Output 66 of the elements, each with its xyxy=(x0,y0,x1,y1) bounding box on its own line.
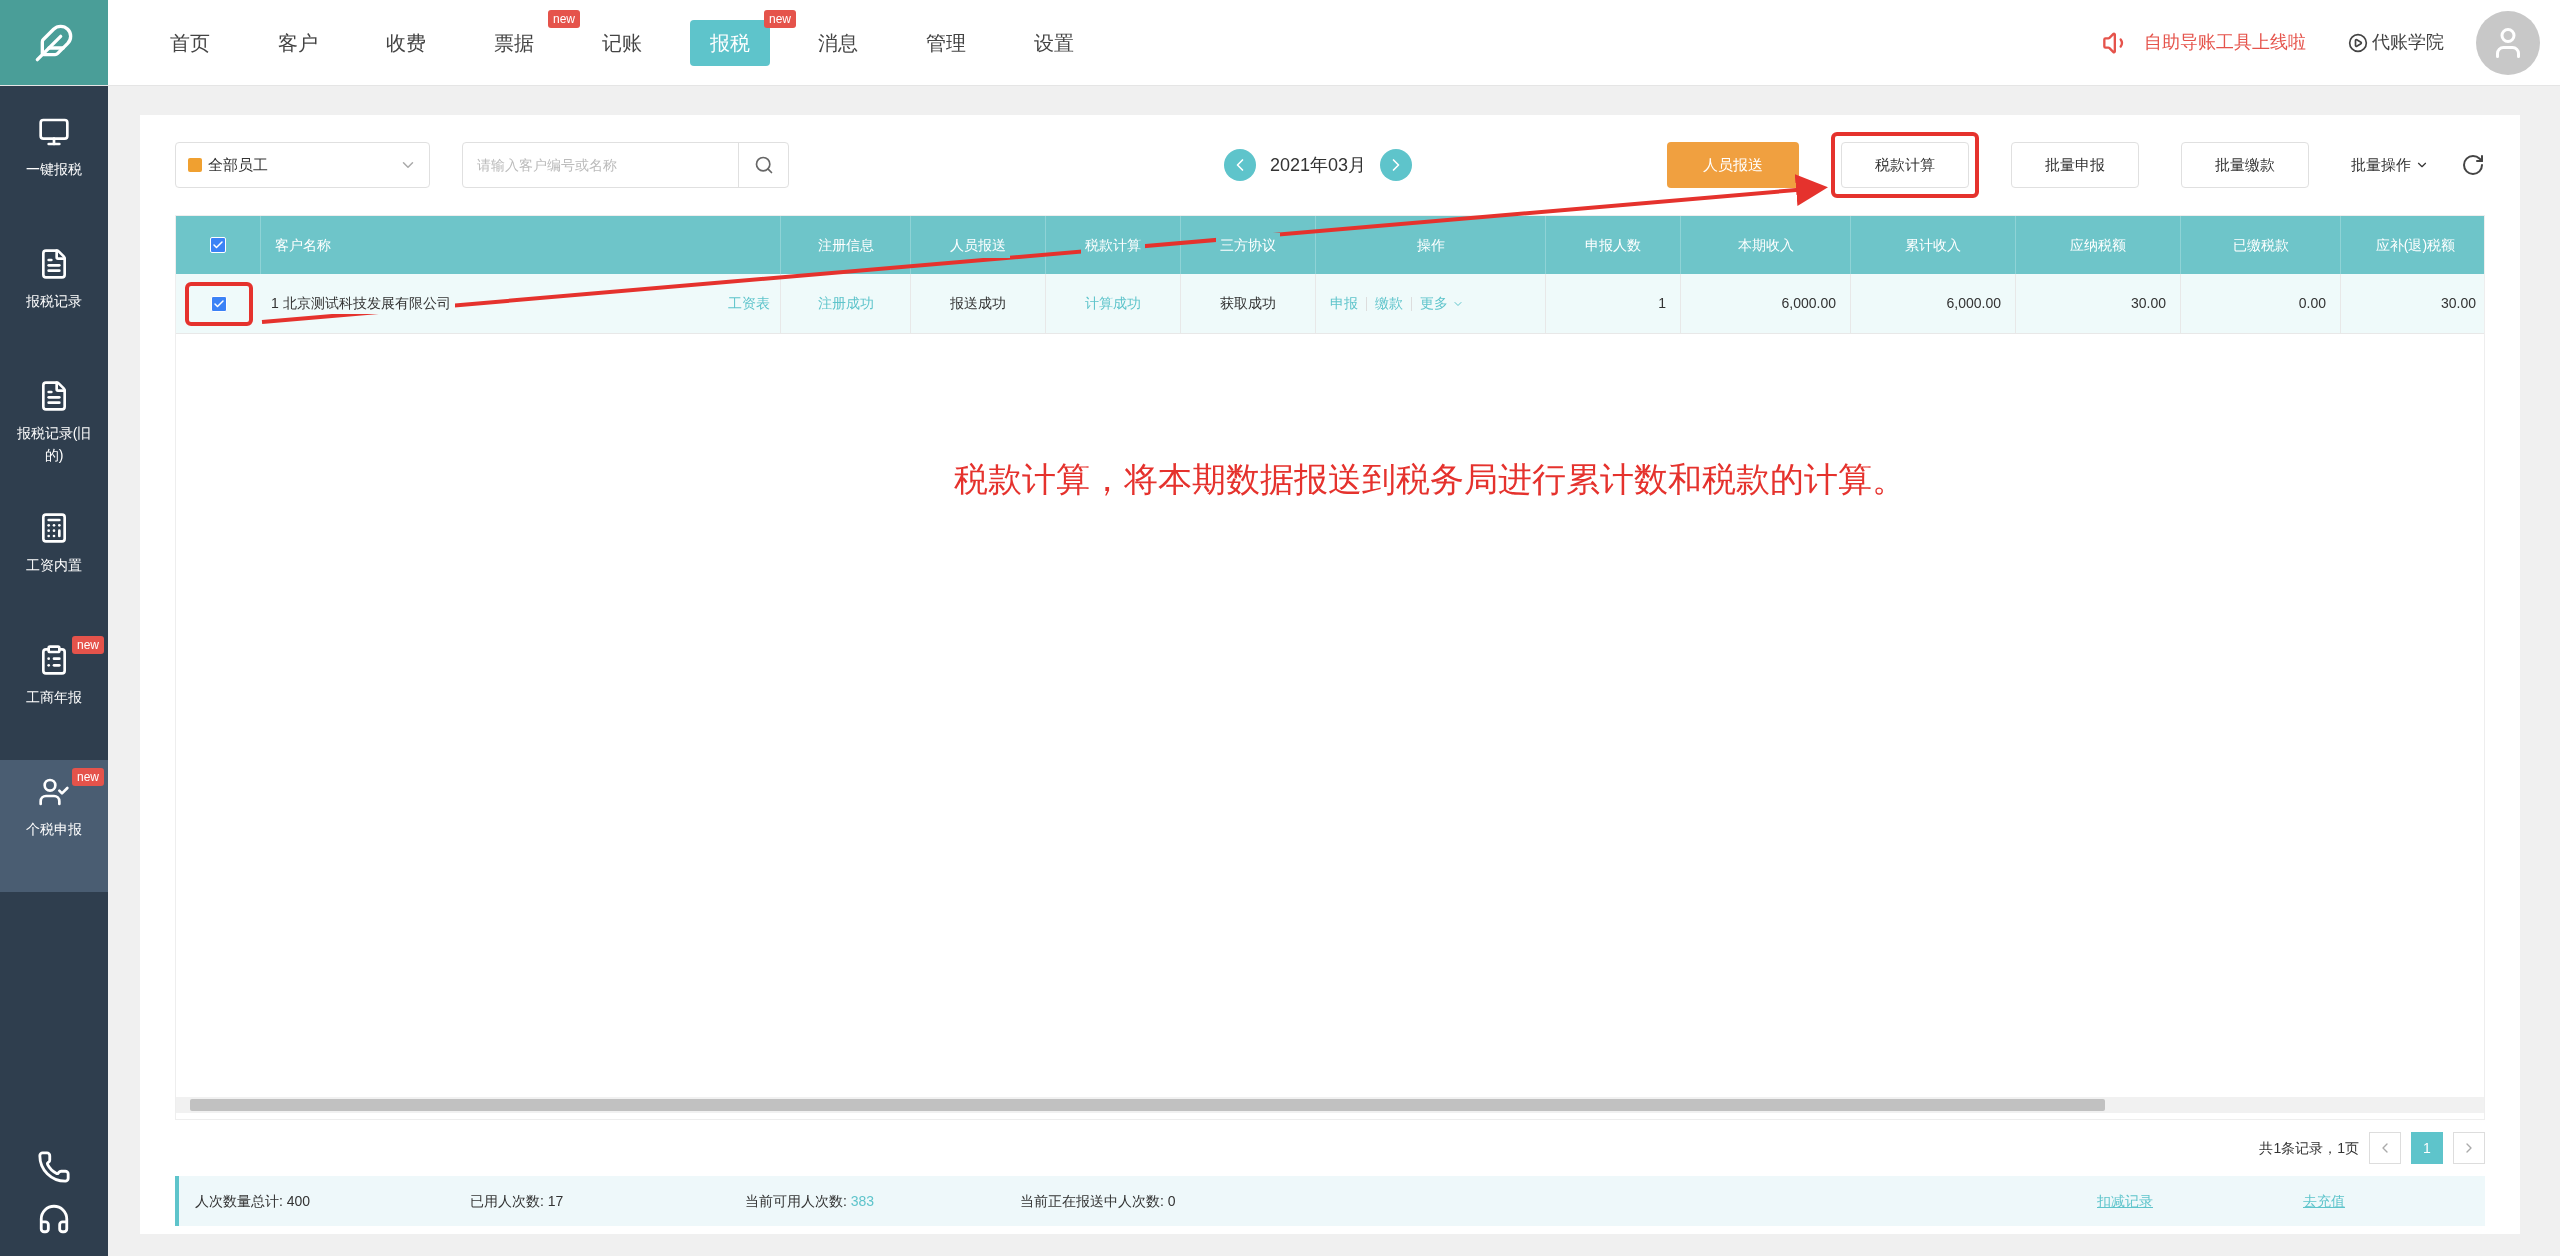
pagination-summary: 共1条记录，1页 xyxy=(2259,1138,2359,1158)
nav-tab[interactable]: 管理 xyxy=(906,19,986,66)
annotation-text: 税款计算，将本期数据报送到税务局进行累计数和税款的计算。 xyxy=(954,459,1906,500)
table-cell-text: 6,000.00 xyxy=(1781,294,1836,313)
new-badge: new xyxy=(764,9,796,28)
toolbar-button[interactable]: 税款计算 xyxy=(1841,142,1969,188)
academy-link[interactable]: 代账学院 xyxy=(2372,29,2444,56)
nav-tab[interactable]: 记账 xyxy=(582,19,662,66)
new-badge: new xyxy=(72,636,104,654)
headset-icon[interactable] xyxy=(37,1202,71,1236)
checkmark-icon xyxy=(212,297,225,310)
nav-tab[interactable]: 收费 xyxy=(366,19,446,66)
search-input[interactable]: 请输入客户编号或名称 xyxy=(463,143,738,187)
sidebar-label: 个税申报 xyxy=(25,820,83,839)
sidebar-label: 工资内置 xyxy=(25,556,83,575)
status-text: 获取成功 xyxy=(1220,294,1276,313)
toolbar-button[interactable]: 批量缴款 xyxy=(2181,142,2309,188)
next-page-button[interactable] xyxy=(2453,1132,2485,1164)
status-text: 报送成功 xyxy=(950,294,1006,313)
new-badge: new xyxy=(548,9,580,28)
nav-tab[interactable]: 客户 xyxy=(258,19,338,66)
sidebar-item[interactable]: 报税记录(旧的) xyxy=(0,364,108,496)
table-cell-text: 30.00 xyxy=(2130,294,2166,313)
usage-stat: 已用人次数: 17 xyxy=(470,1191,565,1211)
notice-link[interactable]: 自助导账工具上线啦 xyxy=(2144,29,2306,56)
toolbar-button[interactable]: 批量申报 xyxy=(2011,142,2139,188)
checkbox[interactable] xyxy=(210,237,226,253)
refresh-icon[interactable] xyxy=(2461,153,2485,177)
staff-icon xyxy=(188,158,202,172)
sidebar-item[interactable]: new 个税申报 xyxy=(0,760,108,892)
sidebar-item[interactable]: 一键报税 xyxy=(0,100,108,232)
horizontal-scrollbar[interactable] xyxy=(176,1097,2484,1113)
sidebar-label: 工商年报 xyxy=(25,688,83,707)
next-month-button[interactable] xyxy=(1380,149,1413,181)
feather-logo-icon xyxy=(34,22,74,63)
user-check-icon xyxy=(38,776,70,808)
new-badge: new xyxy=(72,768,104,786)
phone-icon[interactable] xyxy=(37,1150,71,1184)
sidebar-item[interactable]: new 工商年报 xyxy=(0,628,108,760)
sidebar-label: 报税记录 xyxy=(25,292,83,311)
nav-tab[interactable]: 首页 xyxy=(150,19,230,66)
sidebar-item[interactable]: 报税记录 xyxy=(0,232,108,364)
usage-stat: 当前可用人次数: 383 xyxy=(745,1191,876,1211)
batch-menu-button[interactable]: 批量操作 xyxy=(2351,142,2429,188)
period-label: 2021年03月 xyxy=(1270,153,1367,177)
table-cell-text: 1 xyxy=(1658,294,1666,313)
usage-stat: 人次数量总计: 400 xyxy=(195,1191,312,1211)
search-field[interactable]: 请输入客户编号或名称 xyxy=(462,142,789,188)
table-cell-text: 0.00 xyxy=(2298,294,2326,313)
table-cell-text: 30.00 xyxy=(2440,294,2476,313)
staff-select[interactable]: 全部员工 xyxy=(175,142,430,188)
play-icon xyxy=(2348,32,2368,53)
checkmark-icon xyxy=(212,239,224,251)
previous-month-button[interactable] xyxy=(1224,149,1256,181)
usage-stat: 当前正在报送中人次数: 0 xyxy=(1020,1191,1177,1211)
table-cell-text: 6,000.00 xyxy=(1946,294,2001,313)
search-icon xyxy=(753,155,774,175)
nav-tab[interactable]: 消息 xyxy=(798,19,878,66)
sidebar-label: 报税记录(旧的) xyxy=(15,424,93,465)
sidebar-label: 一键报税 xyxy=(25,160,83,179)
sidebar-item[interactable]: 工资内置 xyxy=(0,496,108,628)
nav-tab[interactable]: 设置 xyxy=(1014,19,1094,66)
monitor-icon xyxy=(38,116,70,148)
customer-name: 1 北京测试科技发展有限公司 xyxy=(271,293,455,314)
previous-page-button[interactable] xyxy=(2369,1132,2401,1164)
checkbox[interactable] xyxy=(210,295,227,312)
